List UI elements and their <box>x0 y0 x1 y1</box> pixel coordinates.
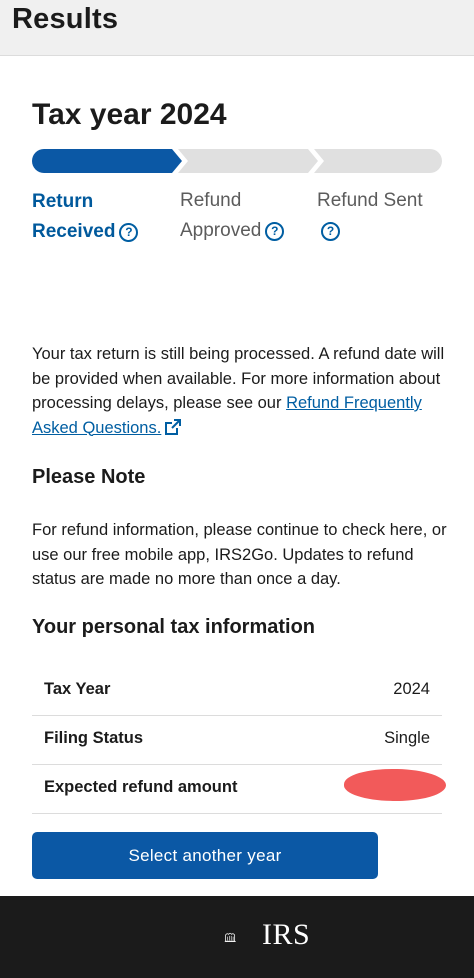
step-label-line1: Return <box>32 191 94 212</box>
row-label: Expected refund amount <box>44 778 238 796</box>
step-label-line2: Received <box>32 221 116 242</box>
tracker-segment-approved <box>178 149 318 173</box>
personal-info-table: Tax Year 2024 Filing Status Single Expec… <box>32 667 447 814</box>
info-row-expected-refund: Expected refund amount <box>32 765 447 814</box>
page-title: Results <box>12 3 119 35</box>
status-message: Your tax return is still being processed… <box>32 342 452 440</box>
info-row-tax-year: Tax Year 2024 <box>32 667 442 716</box>
step-label-line1: Refund <box>180 190 242 211</box>
footer: IRS <box>0 896 474 978</box>
help-icon[interactable]: ? <box>119 223 139 242</box>
select-another-year-button[interactable]: Select another year <box>32 832 378 879</box>
step-label-line1: Refund Sent <box>317 190 423 211</box>
personal-info-heading: Your personal tax information <box>32 616 315 638</box>
step-return-received: Return Received? <box>32 187 139 247</box>
help-icon[interactable]: ? <box>265 222 285 241</box>
irs-logo-text: IRS <box>262 918 311 951</box>
step-refund-sent: Refund Sent ? <box>317 186 423 246</box>
row-label: Filing Status <box>44 729 143 747</box>
row-value: Single <box>384 729 430 747</box>
progress-tracker <box>32 149 442 173</box>
tax-year-title: Tax year 2024 <box>32 98 227 131</box>
info-row-filing-status: Filing Status Single <box>32 716 442 765</box>
redaction-mark <box>343 768 447 802</box>
external-link-icon[interactable] <box>165 418 182 435</box>
row-label: Tax Year <box>44 680 111 698</box>
help-icon[interactable]: ? <box>321 222 340 241</box>
please-note-heading: Please Note <box>32 466 146 488</box>
step-label-line2: Approved <box>180 220 262 241</box>
tracker-segment-received <box>32 149 182 173</box>
step-refund-approved: Refund Approved? <box>180 186 285 246</box>
please-note-text: For refund information, please continue … <box>32 521 447 588</box>
top-bar: Results <box>0 0 474 56</box>
irs-eagle-logo-icon <box>224 932 236 942</box>
tracker-segment-sent <box>314 149 442 173</box>
row-value: 2024 <box>393 680 430 698</box>
